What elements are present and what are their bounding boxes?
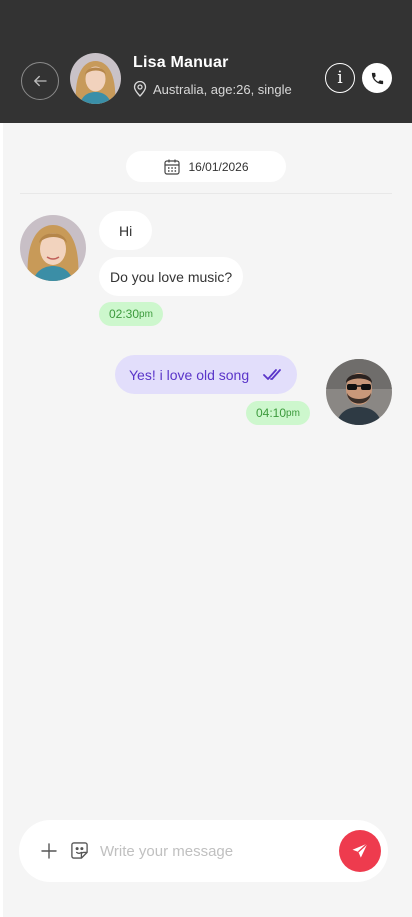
message-timestamp: 04:10 pm — [246, 401, 310, 425]
contact-details: Australia, age:26, single — [133, 81, 292, 97]
info-button[interactable]: i — [325, 63, 355, 93]
message-text: Hi — [119, 222, 133, 239]
arrow-left-icon — [34, 75, 47, 87]
send-button[interactable] — [339, 830, 381, 872]
sticker-icon[interactable] — [70, 841, 89, 860]
plus-icon[interactable] — [41, 843, 57, 859]
date-text: 16/01/2026 — [188, 159, 249, 174]
received-message-bubble[interactable]: Hi — [99, 211, 153, 250]
date-separator: 16/01/2026 — [126, 151, 286, 182]
message-input[interactable] — [100, 840, 320, 862]
double-check-icon — [263, 368, 282, 380]
contact-message-avatar[interactable] — [20, 215, 86, 281]
user-avatar[interactable] — [326, 359, 392, 425]
contact-name: Lisa Manuar — [133, 54, 229, 71]
contact-subtitle: Australia, age:26, single — [153, 81, 292, 97]
phone-icon — [371, 72, 383, 84]
message-timestamp: 02:30 pm — [99, 302, 163, 326]
message-text: Yes! i love old song — [129, 366, 250, 383]
back-button[interactable] — [21, 62, 59, 100]
send-icon — [352, 843, 368, 858]
message-composer — [19, 820, 388, 882]
calendar-icon — [164, 159, 181, 175]
location-pin-icon — [133, 81, 147, 97]
chat-header: Lisa Manuar Australia, age:26, single i — [0, 0, 412, 123]
contact-avatar[interactable] — [70, 53, 121, 104]
info-icon: i — [337, 68, 343, 88]
call-button[interactable] — [362, 63, 392, 93]
received-message-bubble[interactable]: Do you love music? — [99, 257, 244, 296]
sent-message-bubble[interactable]: Yes! i love old song — [115, 355, 298, 394]
divider — [20, 193, 392, 194]
message-text: Do you love music? — [110, 268, 233, 285]
